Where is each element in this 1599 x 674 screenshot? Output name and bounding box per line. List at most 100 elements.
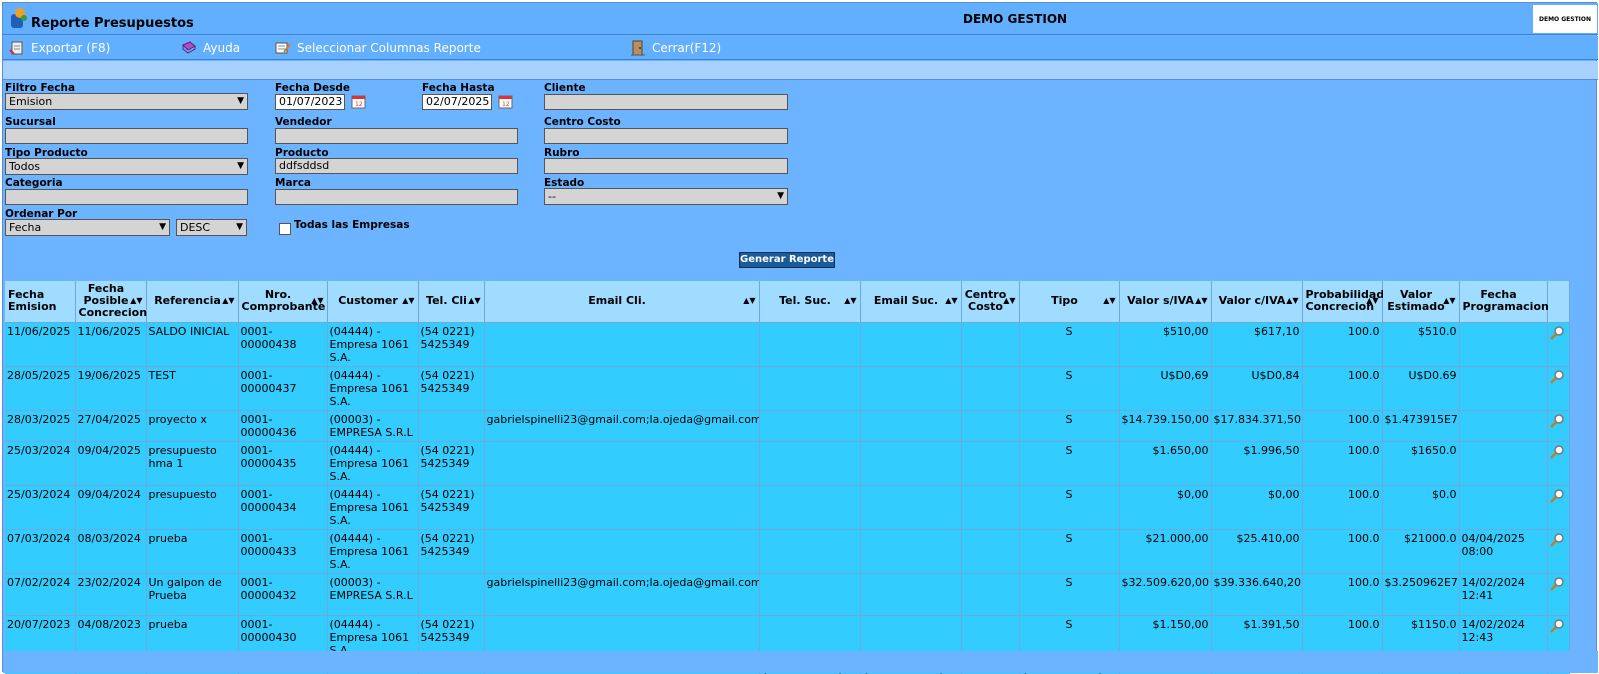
tipo-producto-select[interactable]: Todos ▼ [5,158,248,175]
cell-tel-cli [418,573,485,616]
column-header[interactable]: Valor s/IVA ▲▼ [1119,281,1212,323]
cell-valor-sin-iva: U$D0,69 [1119,366,1212,411]
magnifier-icon[interactable] [1550,576,1566,592]
close-button[interactable]: Cerrar(F12) [630,40,721,56]
cell-centro-costo [961,366,1020,411]
cell-tipo: S [1019,322,1120,367]
sort-icon[interactable]: ▲▼ [402,295,414,307]
sort-icon[interactable]: ▲▼ [743,295,755,307]
cell-fecha-emision: 07/02/2024 [5,573,76,616]
categoria-input[interactable] [5,189,248,205]
table-row[interactable]: 25/03/2024 09/04/2024 presupuesto 0001-0000… [5,485,1570,530]
table-row[interactable]: 28/03/2025 27/04/2025 proyecto x 0001-00000… [5,410,1570,442]
column-header[interactable]: Fecha Emision [5,281,76,323]
column-header[interactable]: Probabilidad Concrecion ▲▼ [1302,281,1384,323]
sort-icon[interactable]: ▲▼ [468,295,480,307]
cell-probabilidad: 100.0 [1302,485,1383,530]
sort-icon[interactable]: ▲▼ [130,295,142,307]
magnifier-icon[interactable] [1550,325,1566,341]
sort-icon[interactable]: ▲▼ [1103,295,1115,307]
todas-empresas-checkbox[interactable] [279,223,291,235]
magnifier-icon[interactable] [1550,532,1566,548]
vendedor-input[interactable] [275,128,518,144]
calendar-icon[interactable]: 12 [350,93,368,110]
cell-valor-con-iva: $617,10 [1211,322,1303,367]
calendar-icon[interactable]: 12 [497,93,515,110]
select-columns-label: Seleccionar Columnas Reporte [297,41,481,55]
magnifier-icon[interactable] [1550,444,1566,460]
sort-icon[interactable]: ▲▼ [1286,295,1298,307]
centro-costo-input[interactable] [544,128,788,144]
producto-input[interactable]: ddfsddsd [275,158,518,174]
estado-value: -- [548,190,556,203]
row-action-cell [1547,441,1570,486]
chevron-down-icon: ▼ [237,161,244,171]
column-header[interactable]: Tipo ▲▼ [1019,281,1120,323]
sort-icon[interactable]: ▲▼ [945,295,957,307]
column-header[interactable]: Centro Costo ▲▼ [961,281,1020,323]
ordenar-por-select[interactable]: Fecha ▼ [5,219,170,236]
cell-valor-sin-iva: $1.650,00 [1119,441,1212,486]
column-header[interactable]: Tel. Suc. ▲▼ [759,281,861,323]
magnifier-icon[interactable] [1550,618,1566,634]
column-header[interactable]: Referencia ▲▼ [146,281,239,323]
sort-icon[interactable]: ▲▼ [1195,295,1207,307]
help-button[interactable]: Ayuda [181,40,240,56]
table-row[interactable]: 11/06/2025 11/06/2025 SALDO INICIAL 0001-00… [5,322,1570,367]
column-header[interactable]: Customer ▲▼ [327,281,419,323]
estado-select[interactable]: -- ▼ [544,188,788,205]
column-header[interactable]: Email Cli. ▲▼ [484,281,760,323]
cell-fecha-concrecion: 23/02/2024 [75,573,147,616]
cell-probabilidad: 100.0 [1302,529,1383,574]
company-logo: DEMO GESTION [1533,5,1597,33]
table-row[interactable]: 25/03/2024 09/04/2025 presupuesto hma 1 000… [5,441,1570,486]
table-row[interactable]: 07/03/2024 08/03/2024 prueba 0001-00000433(… [5,529,1570,574]
column-header[interactable]: Valor c/IVA ▲▼ [1211,281,1303,323]
sort-icon[interactable]: ▲▼ [1003,295,1015,307]
cell-email-cli [484,441,760,486]
column-header[interactable]: Valor Estimado ▲▼ [1382,281,1460,323]
filtro-fecha-value: Emision [9,95,53,108]
column-header[interactable]: Nro. Comprobante ▲▼ [238,281,328,323]
column-header[interactable]: Fecha Posible Concrecion ▲▼ [75,281,147,323]
sucursal-input[interactable] [5,128,248,144]
fecha-hasta-input[interactable]: 02/07/2025 [422,94,492,110]
marca-input[interactable] [275,189,518,205]
column-header[interactable]: Fecha Programacion [1459,281,1549,323]
cell-tel-cli: (54 0221) 5425349 [418,322,485,367]
cell-fecha-programacion [1459,441,1548,486]
cell-fecha-emision: 07/03/2024 [5,529,76,574]
cell-valor-sin-iva: $510,00 [1119,322,1212,367]
sort-icon[interactable]: ▲▼ [844,295,856,307]
order-direction-select[interactable]: DESC ▼ [176,219,247,236]
column-header[interactable]: Tel. Cli ▲▼ [418,281,485,323]
rubro-input[interactable] [544,158,788,174]
sort-icon[interactable]: ▲▼ [1443,295,1455,307]
magnifier-icon[interactable] [1550,488,1566,504]
cell-tel-suc [759,441,861,486]
filtro-fecha-select[interactable]: Emision ▼ [5,93,248,110]
generate-report-button[interactable]: Generar Reporte [739,252,835,268]
table-row[interactable]: 07/02/2024 23/02/2024 Un galpon de Prueba 0… [5,573,1570,616]
cell-fecha-emision: 11/06/2025 [5,322,76,367]
marca-label: Marca [275,177,312,189]
fecha-desde-input[interactable]: 01/07/2023 [275,94,345,110]
column-header[interactable]: Email Suc. ▲▼ [860,281,962,323]
sort-icon[interactable]: ▲▼ [311,295,323,307]
todas-empresas-label: Todas las Empresas [294,219,410,231]
cell-probabilidad: 100.0 [1302,366,1383,411]
select-columns-button[interactable]: Seleccionar Columnas Reporte [275,40,481,56]
cliente-input[interactable] [544,94,788,110]
column-header-label: Referencia [154,294,221,308]
export-button[interactable]: Exportar (F8) [9,40,110,56]
cell-fecha-programacion [1459,366,1548,411]
centro-costo-label: Centro Costo [544,116,621,128]
cell-comprobante: 0001-00000437 [238,366,328,411]
sort-icon[interactable]: ▲▼ [222,295,234,307]
magnifier-icon[interactable] [1550,413,1566,429]
magnifier-icon[interactable] [1550,369,1566,385]
sort-icon[interactable]: ▲▼ [1366,295,1378,307]
row-action-cell [1547,573,1570,616]
tipo-producto-value: Todos [9,160,41,173]
table-row[interactable]: 28/05/2025 19/06/2025 TEST 0001-00000437 (04… [5,366,1570,411]
